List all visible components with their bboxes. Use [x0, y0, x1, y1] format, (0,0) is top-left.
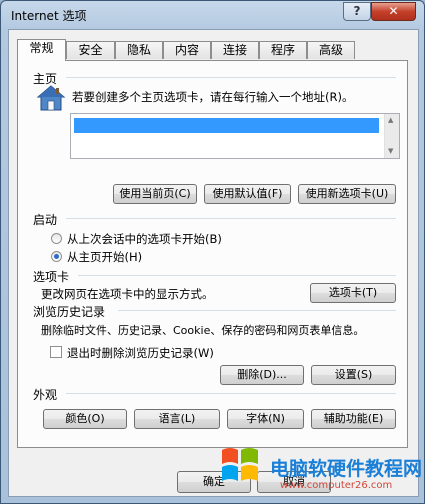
- use-current-button[interactable]: 使用当前页(C): [113, 184, 197, 204]
- tab-security[interactable]: 安全: [66, 41, 115, 59]
- use-default-button[interactable]: 使用默认值(F): [204, 184, 291, 204]
- tabs-separator: [78, 275, 396, 276]
- radio-last-session[interactable]: [51, 233, 62, 244]
- watermark-url: www.computer26.com: [280, 480, 393, 491]
- home-page-label: 从主页开始(H): [67, 250, 143, 264]
- appearance-separator: [66, 393, 396, 394]
- tab-programs[interactable]: 程序: [259, 41, 307, 59]
- title-bar: Internet 选项 ? ✕: [1, 1, 424, 29]
- home-description: 若要创建多个主页选项卡，请在每行输入一个地址(R)。: [72, 90, 354, 104]
- tabs-description: 更改网页在选项卡中的显示方式。: [41, 287, 214, 301]
- tab-privacy[interactable]: 隐私: [115, 41, 163, 59]
- tab-connections[interactable]: 连接: [211, 41, 259, 59]
- home-separator: [66, 77, 396, 78]
- tab-content[interactable]: 内容: [163, 41, 211, 59]
- general-tab-panel: 主页 若要创建多个主页选项卡，请在每行输入一个地址(R)。 ▲ ▼ 使用当前页(…: [17, 60, 408, 448]
- scroll-down-icon[interactable]: ▼: [388, 147, 393, 155]
- dialog-client-area: 常规 安全 隐私 内容 连接 程序 高级 主页 若要创建多个主页选项卡，请在每行…: [8, 29, 419, 497]
- close-button[interactable]: ✕: [371, 2, 416, 21]
- url-selection-highlight: [74, 118, 379, 133]
- delete-on-exit-label: 退出时删除浏览历史记录(W): [67, 346, 214, 360]
- startup-section-title: 启动: [33, 213, 58, 227]
- delete-on-exit-checkbox[interactable]: [50, 346, 62, 358]
- windows-logo-icon: [222, 448, 258, 481]
- radio-home-page[interactable]: [51, 251, 62, 262]
- colors-button[interactable]: 颜色(O): [43, 409, 127, 429]
- url-scrollbar[interactable]: ▲ ▼: [384, 114, 399, 158]
- tabs-section-title: 选项卡: [33, 270, 70, 284]
- languages-button[interactable]: 语言(L): [134, 409, 220, 429]
- watermark-title: 电脑软硬件教程网: [270, 458, 423, 480]
- delete-history-button[interactable]: 删除(D)...: [220, 365, 304, 385]
- startup-separator: [66, 218, 396, 219]
- window-title: Internet 选项: [11, 9, 87, 23]
- home-page-url-field[interactable]: ▲ ▼: [70, 113, 400, 159]
- tab-general[interactable]: 常规: [17, 39, 66, 61]
- appearance-section-title: 外观: [33, 388, 58, 402]
- scroll-up-icon[interactable]: ▲: [388, 116, 393, 124]
- site-watermark: 电脑软硬件教程网 www.computer26.com: [210, 440, 425, 504]
- internet-options-window: Internet 选项 ? ✕ 常规 安全 隐私 内容 连接 程序 高级 主页 …: [0, 0, 425, 504]
- use-new-tab-button[interactable]: 使用新选项卡(U): [298, 184, 396, 204]
- tabs-settings-button[interactable]: 选项卡(T): [310, 283, 396, 303]
- help-button[interactable]: ?: [343, 2, 371, 21]
- house-icon: [36, 85, 66, 111]
- history-section-title: 浏览历史记录: [33, 305, 106, 319]
- history-description: 删除临时文件、历史记录、Cookie、保存的密码和网页表单信息。: [41, 324, 365, 337]
- history-settings-button[interactable]: 设置(S): [311, 365, 396, 385]
- fonts-button[interactable]: 字体(N): [227, 409, 304, 429]
- accessibility-button[interactable]: 辅助功能(E): [311, 409, 396, 429]
- last-session-label: 从上次会话中的选项卡开始(B): [67, 232, 222, 246]
- tab-advanced[interactable]: 高级: [307, 41, 355, 59]
- history-separator: [118, 310, 396, 311]
